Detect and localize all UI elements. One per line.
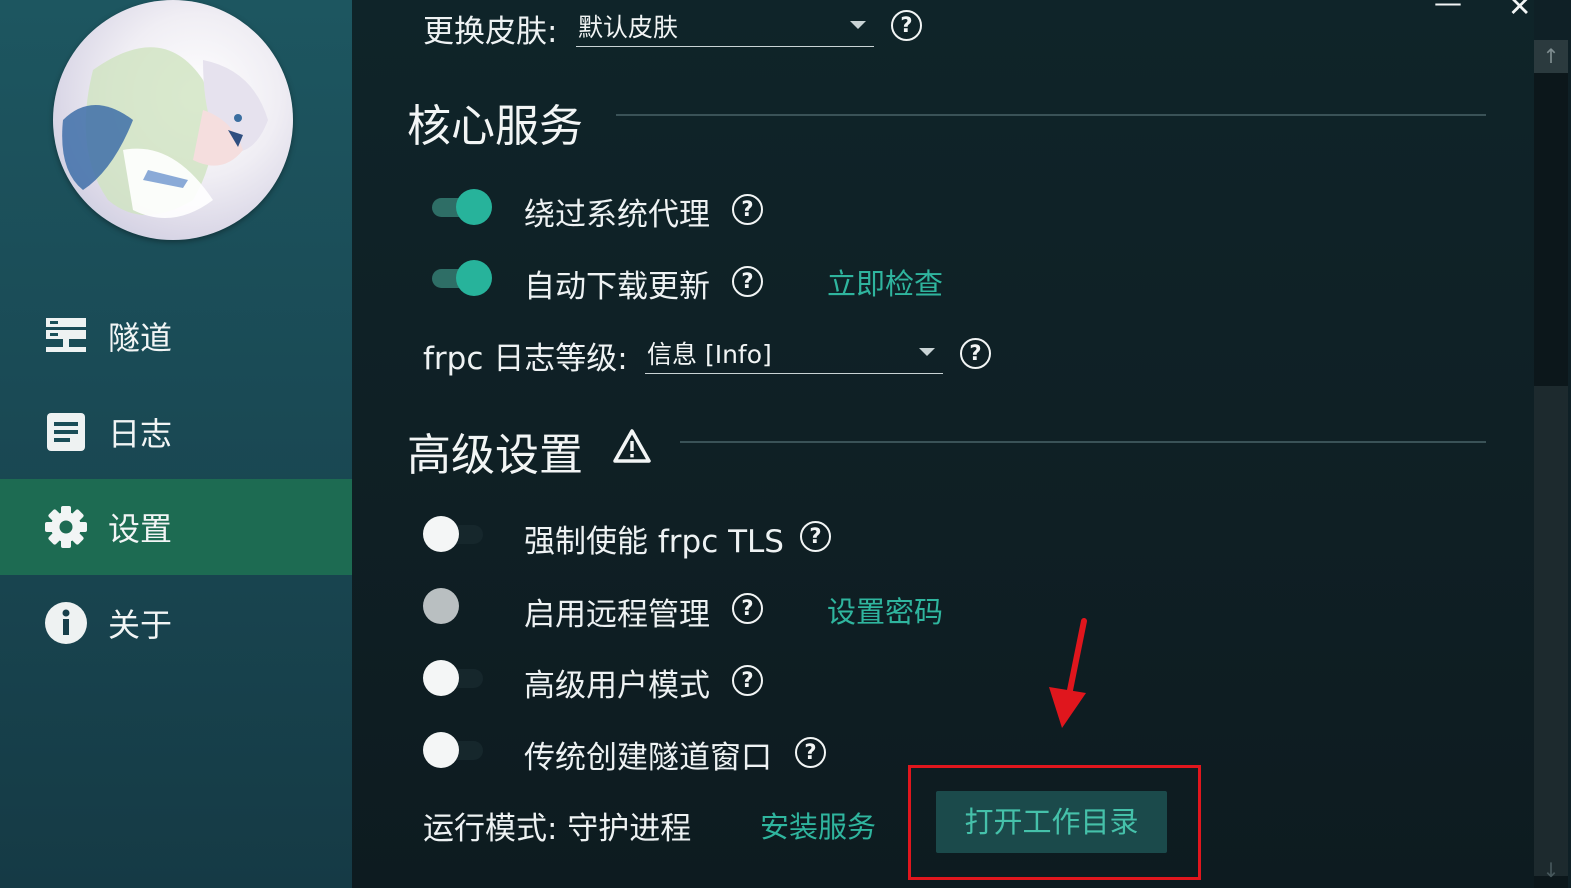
help-icon[interactable]: ? [795,737,826,768]
help-icon[interactable]: ? [732,194,763,225]
info-icon [44,601,88,645]
section-divider [680,441,1486,443]
toggle-knob [456,189,492,225]
close-button[interactable]: ✕ [1508,0,1531,23]
help-icon[interactable]: ? [732,665,763,696]
sidebar-item-label: 日志 [108,415,173,453]
minimize-button[interactable]: — [1434,0,1462,19]
log-level-label: frpc 日志等级: [423,341,628,377]
warning-icon [612,428,652,468]
sidebar-item-settings[interactable]: 设置 [0,479,352,575]
remote-management-label: 启用远程管理 [524,597,710,633]
scroll-down-icon[interactable]: ↓ [1534,854,1568,886]
help-icon[interactable]: ? [800,521,831,552]
user-avatar[interactable] [53,0,293,240]
gear-icon [44,505,88,549]
sidebar-item-label: 设置 [108,510,173,548]
avatar-illustration [62,47,268,218]
arrow-annotation-icon [1040,615,1100,739]
toggle-remote-management[interactable] [423,588,487,624]
toggle-knob [423,660,459,696]
chevron-down-icon [850,21,866,29]
toggle-knob [456,260,492,296]
help-icon[interactable]: ? [732,266,763,297]
sidebar-item-about[interactable]: 关于 [0,575,352,671]
skin-label: 更换皮肤: [423,14,558,50]
classic-window-label: 传统创建隧道窗口 [524,740,772,776]
help-icon[interactable]: ? [960,338,991,369]
section-title-advanced: 高级设置 [407,430,583,481]
toggle-knob [423,732,459,768]
bypass-proxy-label: 绕过系统代理 [524,197,710,233]
help-icon[interactable]: ? [891,10,922,41]
sidebar-item-label: 关于 [108,606,173,644]
toggle-bypass-proxy[interactable] [428,189,492,225]
set-password-link[interactable]: 设置密码 [827,589,943,631]
help-icon[interactable]: ? [732,593,763,624]
section-title-core: 核心服务 [407,101,583,152]
highlight-box [908,765,1201,880]
toggle-force-tls[interactable] [423,516,487,552]
skin-select[interactable]: 默认皮肤 [576,6,874,47]
check-now-link[interactable]: 立即检查 [827,261,943,303]
advanced-user-label: 高级用户模式 [524,668,710,704]
chevron-down-icon [919,348,935,356]
toggle-classic-window[interactable] [423,732,487,768]
toggle-auto-update[interactable] [428,260,492,296]
run-mode-label: 运行模式: 守护进程 [423,811,692,847]
log-level-select[interactable]: 信息 [Info] [645,333,943,374]
auto-update-label: 自动下载更新 [524,269,710,305]
document-icon [44,410,88,454]
sidebar-item-tunnels[interactable]: 隧道 [0,288,352,384]
sidebar-item-logs[interactable]: 日志 [0,384,352,480]
log-level-value: 信息 [Info] [647,340,772,369]
server-icon [44,314,88,358]
sidebar: 隧道 日志 设置 关于 [0,0,352,888]
toggle-knob [423,516,459,552]
toggle-advanced-user[interactable] [423,660,487,696]
toggle-knob [423,588,459,624]
scrollbar-thumb[interactable] [1534,386,1568,876]
section-divider [616,114,1486,116]
install-service-link[interactable]: 安装服务 [760,804,876,846]
force-tls-label: 强制使能 frpc TLS [524,524,784,560]
scroll-up-icon[interactable]: ↑ [1534,40,1568,73]
sidebar-item-label: 隧道 [108,319,173,357]
skin-select-value: 默认皮肤 [578,13,679,42]
